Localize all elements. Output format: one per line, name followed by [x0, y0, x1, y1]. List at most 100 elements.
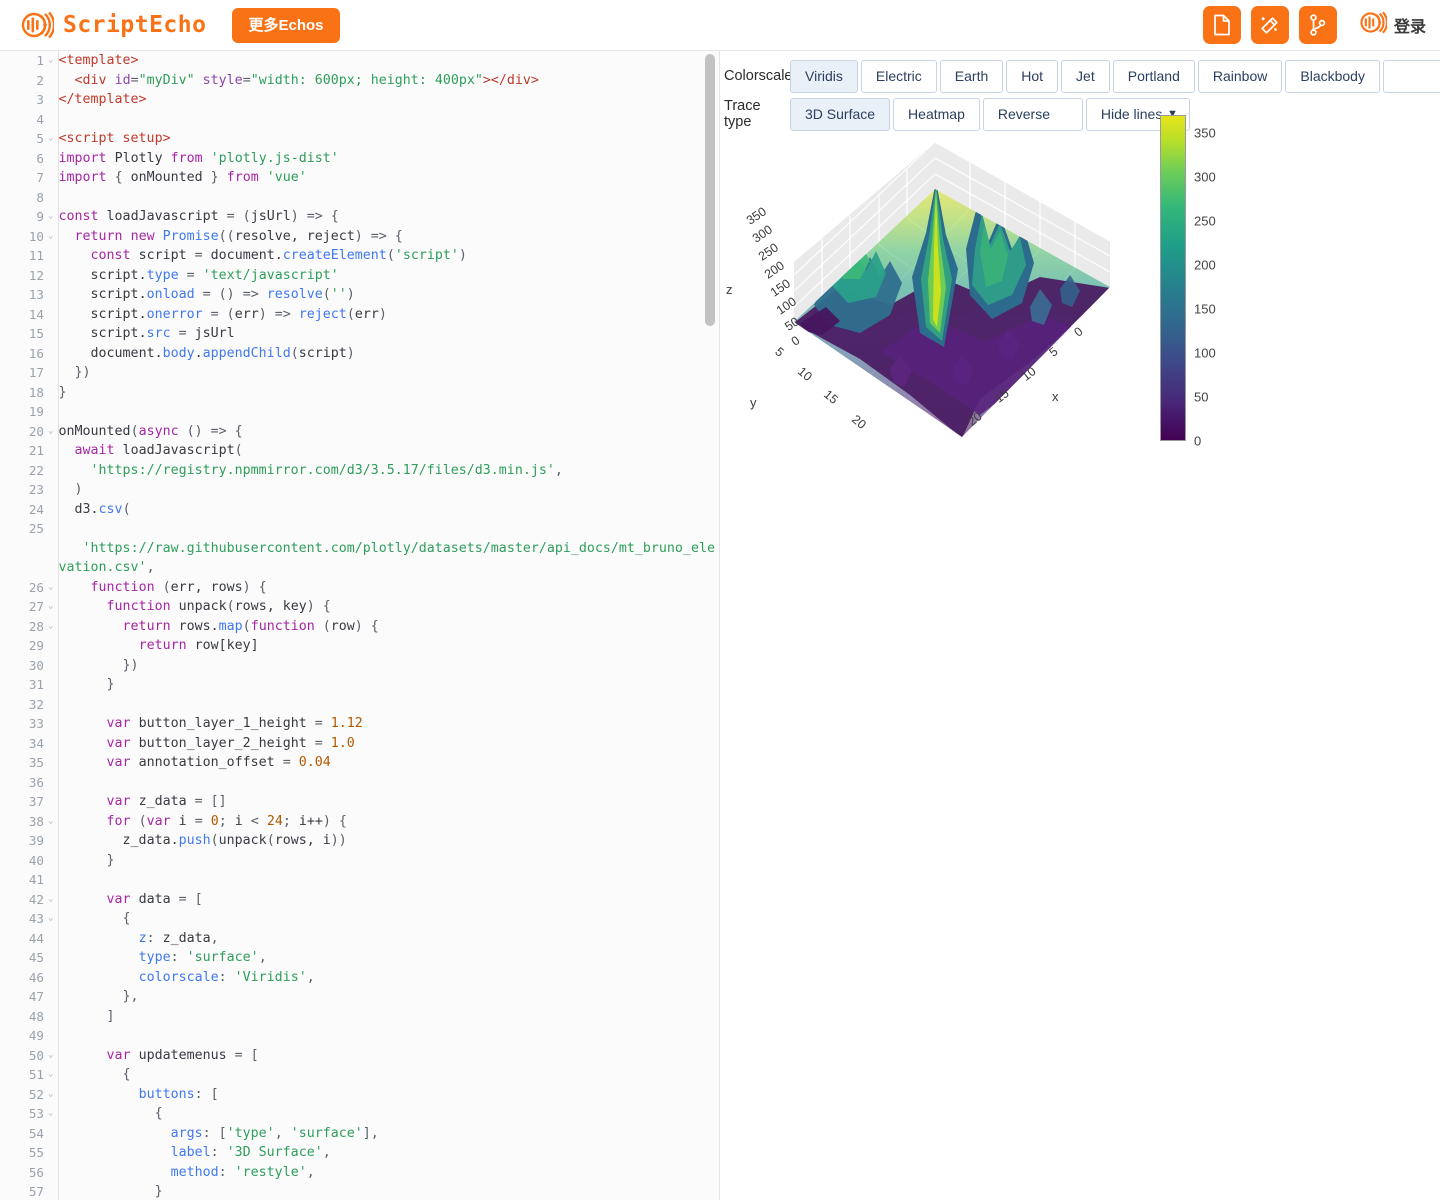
code-line[interactable]: 14 script.onerror = (err) => reject(err) [0, 304, 719, 324]
trace-button-heatmap[interactable]: Heatmap [893, 97, 980, 131]
fold-chevron-icon[interactable]: ⌄ [44, 422, 58, 442]
code-line-text: document.body.appendChild(script) [57, 343, 719, 363]
trace-button-3d-surface[interactable]: 3D Surface [790, 97, 891, 131]
colorscale-button-electric[interactable]: Electric [860, 59, 937, 93]
code-line[interactable]: 20 ⌄ onMounted(async () => { [0, 421, 719, 442]
more-echos-button[interactable]: 更多Echos [232, 7, 340, 43]
code-line[interactable]: 41 [0, 870, 719, 890]
code-line[interactable]: 29 return row[key] [0, 636, 719, 656]
fold-chevron-icon[interactable]: ⌄ [44, 207, 58, 227]
code-line[interactable]: 40 } [0, 850, 719, 870]
fold-chevron-icon[interactable]: ⌄ [44, 890, 58, 910]
code-line[interactable]: 52 ⌄ buttons: [ [0, 1084, 719, 1105]
plotly-figure[interactable]: z 350 300 250 200 150 100 50 0 y 5 10 15… [720, 115, 1440, 537]
colorscale-button-viridis[interactable]: Viridis [790, 59, 858, 93]
code-line[interactable]: 31 } [0, 675, 719, 695]
code-line[interactable]: 2 <div id="myDiv" style="width: 600px; h… [0, 70, 719, 90]
editor-scrollbar[interactable] [705, 51, 715, 1200]
fold-chevron-icon[interactable]: ⌄ [44, 1065, 58, 1085]
login-area[interactable]: 登录 [1359, 10, 1426, 40]
fold-chevron-icon[interactable]: ⌄ [44, 909, 58, 929]
code-line[interactable]: 42 ⌄ var data = [ [0, 889, 719, 910]
colorscale-button-hot[interactable]: Hot [1006, 59, 1059, 93]
code-line[interactable]: 3 </template> [0, 90, 719, 110]
code-line[interactable]: 47 }, [0, 987, 719, 1007]
code-line[interactable]: 22 'https://registry.npmmirror.com/d3/3.… [0, 460, 719, 480]
code-line[interactable]: 19 [0, 402, 719, 422]
code-line[interactable]: 32 [0, 694, 719, 714]
magic-wand-button[interactable] [1250, 6, 1289, 44]
code-line[interactable]: 56 method: 'restyle', [0, 1162, 719, 1182]
code-line[interactable]: 48 ] [0, 1006, 719, 1026]
login-button[interactable]: 登录 [1394, 13, 1426, 37]
code-line[interactable]: 46 colorscale: 'Viridis', [0, 967, 719, 987]
code-line[interactable]: 38 ⌄ for (var i = 0; i < 24; i++) { [0, 811, 719, 832]
code-line[interactable]: 18} [0, 382, 719, 402]
code-line[interactable]: 11 const script = document.createElement… [0, 246, 719, 266]
code-line[interactable]: 4 [0, 109, 719, 129]
colorscale-button-jet[interactable]: Jet [1061, 59, 1110, 93]
code-line[interactable]: 28 ⌄ return rows.map(function (row) { [0, 616, 719, 637]
code-editor-pane[interactable]: 1 ⌄ <template> 2 <div id="myDiv" style="wid… [0, 51, 720, 1200]
fold-chevron-icon[interactable]: ⌄ [44, 617, 58, 637]
editor-scrollbar-thumb[interactable] [705, 54, 715, 326]
code-line[interactable]: 30 }) [0, 655, 719, 675]
surface-3d-plot[interactable]: z 350 300 250 200 150 100 50 0 y 5 10 15… [726, 137, 1160, 467]
code-line[interactable]: 16 document.body.appendChild(script) [0, 343, 719, 363]
fold-chevron-icon[interactable]: ⌄ [44, 227, 58, 247]
reverse-button[interactable]: Reverse [982, 97, 1083, 131]
code-line[interactable]: 9 ⌄ const loadJavascript = (jsUrl) => { [0, 207, 719, 227]
code-line[interactable]: 34 var button_layer_2_height = 1.0 [0, 733, 719, 753]
code-line[interactable]: 15 script.src = jsUrl [0, 324, 719, 344]
code-line[interactable]: 49 [0, 1026, 719, 1046]
code-line[interactable]: 12 script.type = 'text/javascript' [0, 265, 719, 285]
code-line[interactable]: 57 } [0, 1182, 719, 1200]
code-line[interactable]: 35 var annotation_offset = 0.04 [0, 753, 719, 773]
fold-chevron-icon[interactable]: ⌄ [44, 1085, 58, 1105]
code-line[interactable]: 43 ⌄ { [0, 909, 719, 929]
code-line[interactable]: 33 var button_layer_1_height = 1.12 [0, 714, 719, 734]
code-line[interactable]: 44 z: z_data, [0, 928, 719, 948]
code-line[interactable]: 10 ⌄ return new Promise((resolve, reject)… [0, 226, 719, 247]
git-branch-button[interactable] [1298, 6, 1337, 44]
code-line[interactable]: 37 var z_data = [] [0, 792, 719, 812]
code-scroll-area[interactable]: 1 ⌄ <template> 2 <div id="myDiv" style="wid… [0, 51, 719, 1200]
code-line[interactable]: 24 d3.csv( [0, 499, 719, 519]
code-line[interactable]: 1 ⌄ <template> [0, 51, 719, 71]
code-line[interactable]: 7 import { onMounted } from 'vue' [0, 168, 719, 188]
new-document-button[interactable] [1202, 6, 1241, 44]
code-line[interactable]: 27 ⌄ function unpack(rows, key) { [0, 597, 719, 617]
code-line[interactable]: 39 z_data.push(unpack(rows, i)) [0, 831, 719, 851]
code-line[interactable]: 13 script.onload = () => resolve('') [0, 285, 719, 305]
colorscale-button-earth[interactable]: Earth [939, 59, 1004, 93]
colorscale-button-overflow[interactable] [1382, 59, 1440, 93]
code-line[interactable]: 6 import Plotly from 'plotly.js-dist' [0, 148, 719, 168]
fold-chevron-icon[interactable]: ⌄ [44, 1046, 58, 1066]
fold-chevron-icon[interactable]: ⌄ [44, 812, 58, 832]
brand[interactable]: ScriptEcho [20, 10, 206, 40]
code-line[interactable]: 45 type: 'surface', [0, 948, 719, 968]
fold-chevron-icon[interactable]: ⌄ [44, 578, 58, 598]
code-line[interactable]: 50 ⌄ var updatemenus = [ [0, 1045, 719, 1066]
code-line[interactable]: 17 }) [0, 363, 719, 383]
colorscale-button-portland[interactable]: Portland [1112, 59, 1195, 93]
code-line[interactable]: 36 [0, 772, 719, 792]
code-line[interactable]: 23 ) [0, 480, 719, 500]
code-line[interactable]: 54 args: ['type', 'surface'], [0, 1123, 719, 1143]
fold-chevron-icon[interactable]: ⌄ [44, 129, 58, 149]
code-line[interactable]: 8 [0, 187, 719, 207]
colorscale-button-blackbody[interactable]: Blackbody [1285, 59, 1380, 93]
fold-spacer [44, 870, 58, 890]
colorscale-button-rainbow[interactable]: Rainbow [1197, 59, 1283, 93]
code-line[interactable]: 51 ⌄ { [0, 1065, 719, 1085]
code-line[interactable]: 21 await loadJavascript( [0, 441, 719, 461]
code-line[interactable]: 5 ⌄ <script setup> [0, 129, 719, 149]
fold-chevron-icon[interactable]: ⌄ [44, 1104, 58, 1124]
code-line[interactable]: 53 ⌄ { [0, 1104, 719, 1124]
code-line[interactable]: 55 label: '3D Surface', [0, 1143, 719, 1163]
fold-chevron-icon[interactable]: ⌄ [44, 597, 58, 617]
code-line[interactable]: 25 'https://raw.githubusercontent.com/pl… [0, 519, 719, 578]
code-line[interactable]: 26 ⌄ function (err, rows) { [0, 577, 719, 598]
fold-chevron-icon[interactable]: ⌄ [44, 51, 58, 71]
line-number: 20 [28, 423, 44, 439]
